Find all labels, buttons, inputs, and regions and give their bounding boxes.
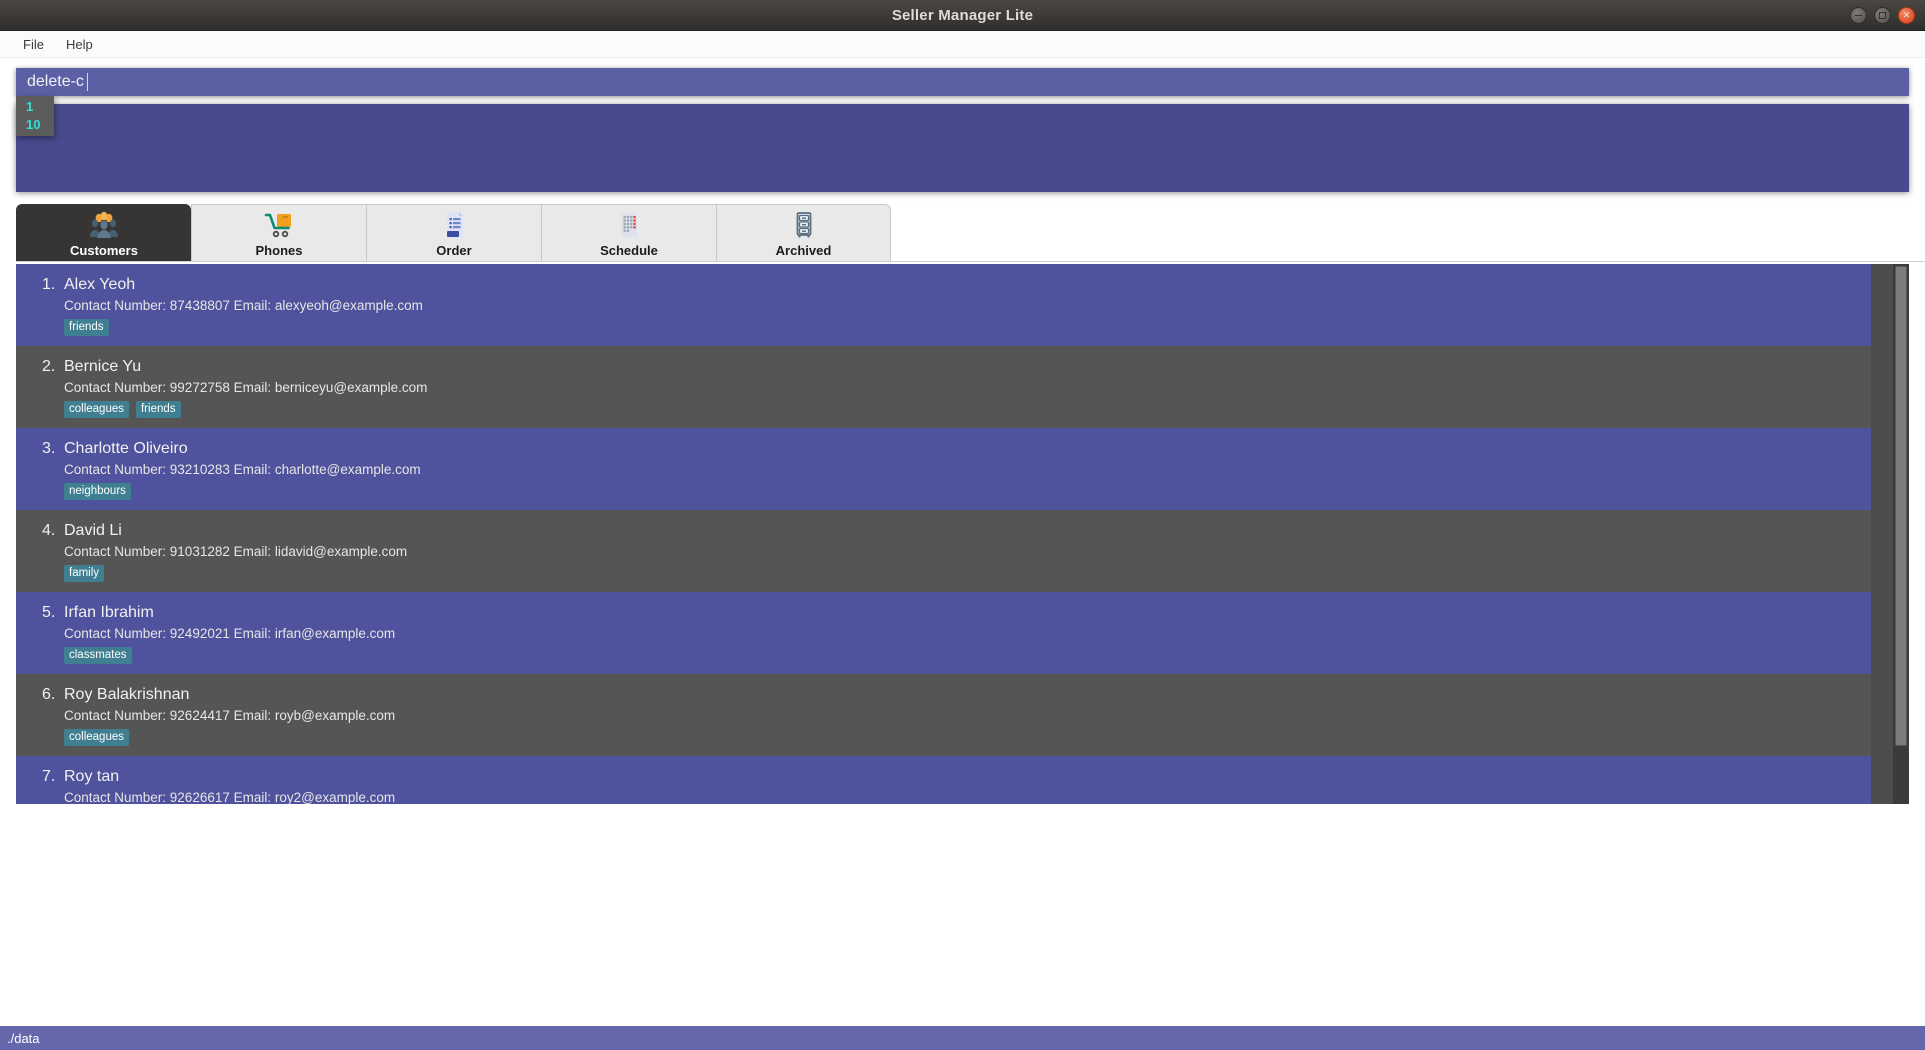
customer-tag-row: neighbours [64,483,1871,500]
command-area: delete-c 1 10 [0,58,1925,192]
customer-card[interactable]: 7. Roy tan Contact Number: 92626617 Email:… [16,756,1871,804]
customer-tag-row: friends [64,319,1871,336]
customer-card[interactable]: 1. Alex Yeoh Contact Number: 87438807 Emai… [16,264,1871,346]
customer-name-row: 7. Roy tan [42,768,1871,786]
status-bar: ./data [0,1026,1925,1050]
customer-tag: friends [64,319,109,336]
customer-card[interactable]: 2. Bernice Yu Contact Number: 99272758 Ema… [16,346,1871,428]
customer-card[interactable]: 3. Charlotte Oliveiro Contact Number: 9321… [16,428,1871,510]
customer-list-panel: 1. Alex Yeoh Contact Number: 87438807 Emai… [16,262,1909,804]
customer-name-row: 6. Roy Balakrishnan [42,686,1871,704]
tab-order[interactable]: Order [366,204,541,262]
customer-details: Contact Number: 99272758 Email: bernicey… [64,380,428,395]
maximize-button[interactable] [1874,7,1891,24]
customer-details: Contact Number: 92626617 Email: roy2@exa… [64,790,396,804]
customer-tag-row: family [64,565,1871,582]
customer-list: 1. Alex Yeoh Contact Number: 87438807 Emai… [16,264,1871,804]
tab-label-schedule: Schedule [600,243,658,258]
list-scrollbar-thumb[interactable] [1895,266,1907,746]
customer-index: 3. [42,440,56,457]
autocomplete-option-2[interactable]: 10 [16,116,54,134]
people-group-icon [89,210,119,240]
tab-customers[interactable]: Customers [16,204,191,262]
customer-name-row: 1. Alex Yeoh [42,276,1871,294]
close-button[interactable]: ✕ [1898,7,1915,24]
calendar-grid-icon [614,210,644,240]
customer-index: 5. [42,604,56,621]
customer-name: Charlotte Oliveiro [64,440,188,457]
tab-label-phones: Phones [255,243,303,258]
customer-tag-row: classmates [64,647,1871,664]
customer-tag-row: colleagues friends [64,401,1871,418]
command-result-panel [16,104,1909,192]
customer-tag: classmates [64,647,132,664]
customer-card[interactable]: 4. David Li Contact Number: 91031282 Email… [16,510,1871,592]
tab-label-archived: Archived [775,243,832,258]
customer-index: 1. [42,276,56,293]
customer-tag: colleagues [64,401,129,418]
tab-bar: Customers Phones Order Schedule Archived [16,202,1925,262]
customer-details: Contact Number: 92492021 Email: irfan@ex… [64,626,396,641]
text-caret [86,73,89,91]
window-title: Seller Manager Lite [891,6,1034,24]
tab-schedule[interactable]: Schedule [541,204,716,262]
tab-phones[interactable]: Phones [191,204,366,262]
tab-archived[interactable]: Archived [716,204,891,262]
document-list-icon [439,210,469,240]
menu-item-help[interactable]: Help [55,33,104,56]
customer-name-row: 4. David Li [42,522,1871,540]
customer-tag: colleagues [64,729,129,746]
customer-tag: family [64,565,105,582]
menubar: File Help [0,31,1925,58]
customer-index: 6. [42,686,56,703]
menu-item-file[interactable]: File [12,33,55,56]
tab-label-customers: Customers [70,243,138,258]
file-cabinet-icon [789,210,819,240]
status-bar-path: ./data [7,1030,40,1046]
window-titlebar: Seller Manager Lite ✕ [0,0,1925,31]
customer-details: Contact Number: 87438807 Email: alexyeoh… [64,298,423,313]
customer-card[interactable]: 6. Roy Balakrishnan Contact Number: 926244… [16,674,1871,756]
customer-index: 7. [42,768,56,785]
customer-name-row: 2. Bernice Yu [42,358,1871,376]
shopping-cart-icon [264,210,294,240]
customer-index: 2. [42,358,56,375]
customer-tag: friends [135,401,181,418]
customer-index: 4. [42,522,56,539]
autocomplete-option-1[interactable]: 1 [16,98,54,116]
customer-details: Contact Number: 92624417 Email: royb@exa… [64,708,396,723]
window-controls: ✕ [1850,0,1915,31]
command-input[interactable]: delete-c [16,68,1909,96]
command-input-value: delete-c [27,73,84,90]
list-scrollbar[interactable] [1893,264,1909,804]
tab-label-order: Order [436,243,472,258]
minimize-button[interactable] [1850,7,1867,24]
customer-name: Bernice Yu [64,358,142,375]
customer-details: Contact Number: 93210283 Email: charlott… [64,462,421,477]
autocomplete-popup[interactable]: 1 10 [16,96,54,136]
customer-tag-row: colleagues [64,729,1871,746]
customer-name: Roy tan [64,768,120,785]
customer-name: Irfan Ibrahim [64,604,154,621]
customer-tag: neighbours [64,483,131,500]
customer-card[interactable]: 5. Irfan Ibrahim Contact Number: 92492021 … [16,592,1871,674]
customer-name-row: 5. Irfan Ibrahim [42,604,1871,622]
customer-name: David Li [64,522,122,539]
customer-name: Alex Yeoh [64,276,136,293]
customer-details: Contact Number: 91031282 Email: lidavid@… [64,544,408,559]
customer-name-row: 3. Charlotte Oliveiro [42,440,1871,458]
customer-name: Roy Balakrishnan [64,686,190,703]
